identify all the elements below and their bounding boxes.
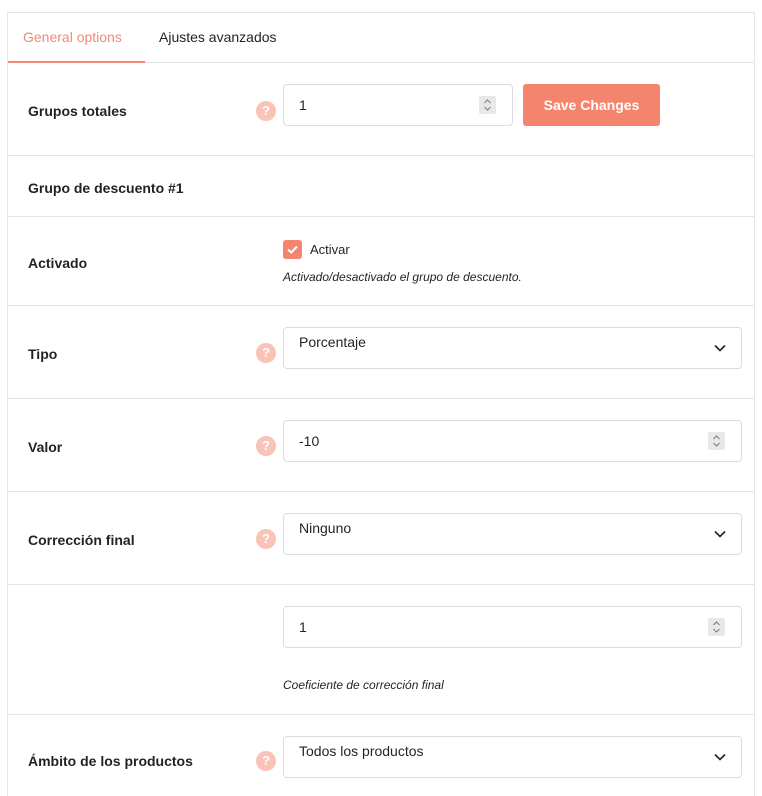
- activar-label[interactable]: Activar: [310, 242, 350, 257]
- ambito-label: Ámbito de los productos: [28, 753, 193, 769]
- grupo-heading: Grupo de descuento #1: [28, 180, 184, 196]
- chevron-down-icon: [714, 344, 726, 352]
- question-icon[interactable]: ?: [256, 101, 276, 121]
- coeficiente-input[interactable]: 1: [283, 606, 742, 648]
- grupos-totales-label: Grupos totales: [28, 103, 127, 119]
- number-spinner-icon[interactable]: [708, 618, 725, 636]
- question-icon[interactable]: ?: [256, 751, 276, 771]
- valor-value: -10: [299, 433, 320, 449]
- correccion-final-label: Corrección final: [28, 532, 135, 548]
- activado-description: Activado/desactivado el grupo de descuen…: [283, 270, 522, 284]
- tab-bar: General options Ajustes avanzados: [8, 13, 754, 63]
- activar-checkbox[interactable]: [283, 240, 302, 259]
- grupos-totales-value: 1: [299, 97, 307, 113]
- number-spinner-icon[interactable]: [479, 96, 496, 114]
- settings-panel: General options Ajustes avanzados Grupos…: [7, 12, 755, 796]
- tipo-selected-value: Porcentaje: [299, 334, 366, 350]
- chevron-down-icon: [714, 753, 726, 761]
- ambito-select[interactable]: Todos los productos: [283, 736, 742, 778]
- correccion-final-select[interactable]: Ninguno: [283, 513, 742, 555]
- grupos-totales-input[interactable]: 1: [283, 84, 513, 126]
- ambito-selected-value: Todos los productos: [299, 743, 424, 759]
- tab-general-options[interactable]: General options: [8, 13, 145, 63]
- correccion-final-selected-value: Ninguno: [299, 520, 352, 536]
- coeficiente-value: 1: [299, 619, 307, 635]
- coeficiente-description: Coeficiente de corrección final: [283, 678, 444, 692]
- tipo-label: Tipo: [28, 346, 58, 362]
- valor-label: Valor: [28, 439, 63, 455]
- checkmark-icon: [287, 245, 298, 254]
- row-coeficiente: [8, 585, 754, 715]
- chevron-down-icon: [714, 530, 726, 538]
- question-icon[interactable]: ?: [256, 529, 276, 549]
- number-spinner-icon[interactable]: [708, 432, 725, 450]
- tab-ajustes-avanzados[interactable]: Ajustes avanzados: [159, 13, 277, 63]
- question-icon[interactable]: ?: [256, 343, 276, 363]
- activado-label: Activado: [28, 255, 88, 271]
- row-activado: [8, 217, 754, 306]
- save-changes-button[interactable]: Save Changes: [523, 84, 660, 126]
- tipo-select[interactable]: Porcentaje: [283, 327, 742, 369]
- valor-input[interactable]: -10: [283, 420, 742, 462]
- question-icon[interactable]: ?: [256, 436, 276, 456]
